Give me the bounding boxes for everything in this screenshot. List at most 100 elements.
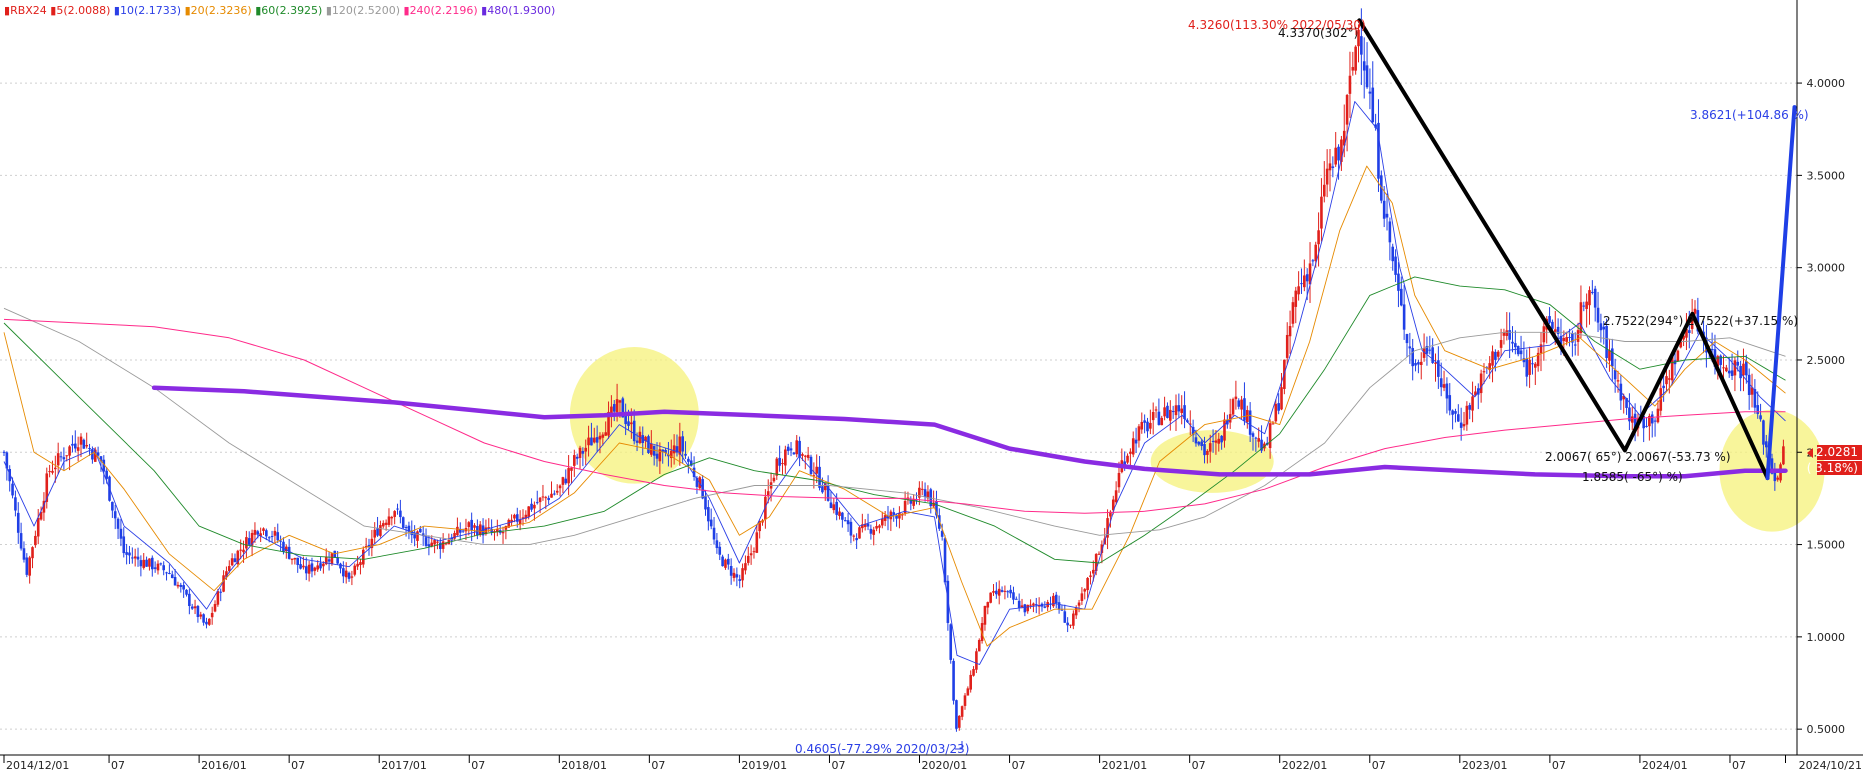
candle-body [898,512,901,519]
candle-body [969,674,972,690]
candle-body [684,453,687,456]
candle-body [1482,371,1486,373]
candle-body [1294,290,1298,307]
candle-body [424,537,428,546]
candle-body [778,457,781,466]
candle-body [307,564,311,574]
legend-item: 5(2.0088) [56,4,110,17]
candle-body [1177,405,1181,412]
x-tick-label: 2018/01 [561,759,607,772]
candle-body [1539,344,1543,354]
candle-body [173,577,177,586]
x-tick-label: 2024/01 [1642,759,1688,772]
candle-body [441,541,445,549]
candle-body [1668,378,1671,380]
x-tick-label: 07 [1012,759,1026,772]
candle-body [461,530,465,532]
candle-body [1764,441,1768,448]
candle-body [541,496,545,498]
y-tick-label: 0.5000 [1807,723,1846,736]
candle-body [1397,273,1400,291]
candle-body [538,497,542,503]
candle-body [1240,399,1243,410]
candle-body [535,502,539,504]
candle-body [615,399,619,413]
last-low-label: 1.8585( -65°) %) [1582,470,1683,484]
candle-body [1411,348,1414,367]
candle-body [738,579,742,581]
candle-body [1257,438,1261,442]
candle-body [1431,347,1434,363]
y-tick-label: 1.0000 [1807,631,1846,644]
legend-item: 10(2.1733) [120,4,181,17]
candle-body [319,563,322,569]
candle-body [604,432,607,436]
candle-body [438,542,442,549]
candle-body [1077,602,1081,606]
candle-body [253,529,257,535]
candle-body [1131,438,1135,455]
candle-body [1234,396,1238,400]
candle-body [168,572,171,574]
candle-body [966,688,970,696]
candle-body [555,490,559,493]
candle-body [573,455,576,466]
candle-body [661,449,665,452]
price-chart[interactable]: 0.50001.00001.50002.00002.50003.00003.50… [0,0,1863,774]
candle-body [841,512,844,520]
candle-body [310,563,314,572]
candle-body [772,477,776,482]
candle-body [1508,330,1511,340]
candle-body [504,525,508,530]
candle-body [1348,75,1352,94]
candle-body [709,519,713,527]
candle-body [1616,380,1620,382]
candle-body [972,669,975,676]
candle-body [1268,423,1272,449]
candle-body [1254,437,1258,439]
candle-body [302,565,305,568]
x-tick-label: 2020/01 [922,759,968,772]
x-tick-label: 07 [1732,759,1746,772]
candle-body [1034,604,1038,606]
candle-body [1211,440,1215,442]
candle-body [396,508,399,510]
candle-body [1528,359,1531,375]
candle-body [612,404,616,412]
x-axis: 2014/12/01 07 2016/01 07 2017/01 07 2018/01 07 2… [3,755,1862,772]
candle-body [989,592,992,603]
x-tick-label: 2021/01 [1102,759,1148,772]
candle-body [1248,410,1252,435]
candle-body [467,522,471,527]
candle-body [182,585,185,590]
candle-body [1556,326,1560,335]
legend-swatch: ▮ [478,4,488,17]
candle-body [470,519,473,531]
candle-body [1428,349,1432,351]
candle-body [1149,422,1152,429]
candle-body [1445,383,1449,399]
candle-body [781,463,784,465]
candle-body [624,415,627,425]
candle-body [806,454,810,458]
candle-body [955,700,958,729]
candle-body [1223,419,1226,441]
candle-body [869,528,873,534]
candle-body [581,450,585,454]
candle-body [1499,340,1503,348]
candle-body [233,558,237,563]
candle-body [242,549,245,553]
candle-body [1208,443,1212,452]
candle-body [880,518,884,526]
candle-body [1773,472,1777,482]
candle-body [832,504,836,511]
candle-body [584,447,588,452]
480-trend-line [151,385,1788,479]
candle-body [952,660,955,701]
candle-body [1154,409,1158,411]
candle-body [741,568,744,581]
candle-body [1237,400,1241,407]
candle-body [1365,65,1369,88]
candle-body [1719,355,1722,365]
candle-body [1479,373,1483,394]
